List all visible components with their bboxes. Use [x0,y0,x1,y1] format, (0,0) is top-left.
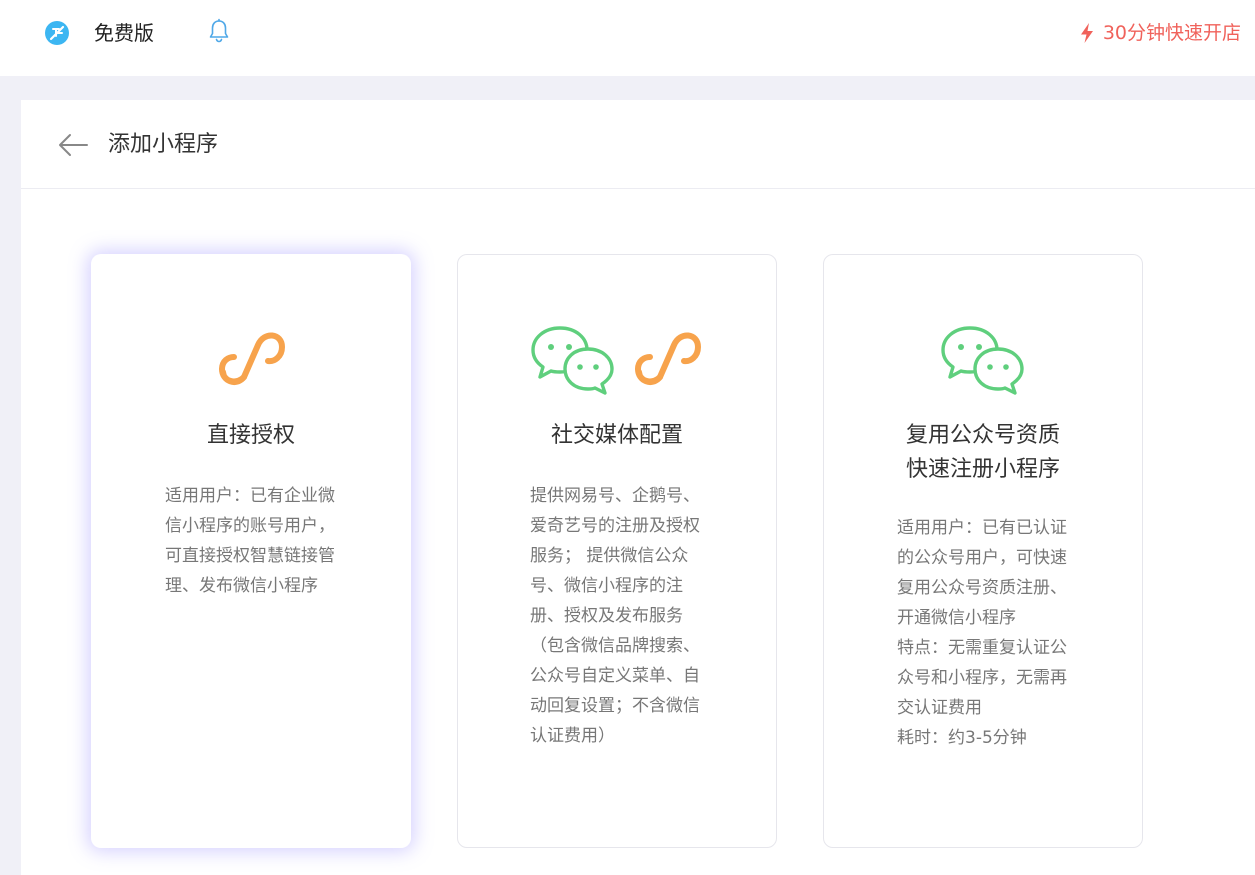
mini-program-icon [219,332,286,386]
card-reuse-official-account[interactable]: 复用公众号资质 快速注册小程序 适用用户：已有已认证 的公众号用户，可快速 复用… [823,254,1143,848]
card-title: 直接授权 [206,423,295,448]
edition-label: 免费版 [94,21,154,45]
mini-program-icon [635,332,702,386]
card-direct-authorization[interactable]: 直接授权 适用用户：已有企业微 信小程序的账号用户， 可直接授权智慧链接管 理、… [91,254,411,848]
lightning-icon [1080,23,1093,43]
brand-logo-icon[interactable] [44,20,70,46]
card-title: 复用公众号资质 快速注册小程序 [824,419,1142,487]
card-title: 社交媒体配置 [550,423,683,448]
wechat-icon [531,326,614,395]
card-title-line1: 复用公众号资质 [905,423,1060,448]
panel-header: 添加小程序 [21,100,1255,189]
wechat-icon [941,326,1024,395]
card-description: 适用用户：已有企业微 信小程序的账号用户， 可直接授权智慧链接管 理、发布微信小… [165,486,335,596]
card-social-media-config[interactable]: 社交媒体配置 提供网易号、企鹅号、 爱奇艺号的注册及授权 服务； 提供微信公众 … [457,254,777,848]
card-description: 提供网易号、企鹅号、 爱奇艺号的注册及授权 服务； 提供微信公众 号、微信小程序… [530,486,700,746]
card-icons [458,325,776,395]
quick-open-store-link[interactable]: 30分钟快速开店 [1079,19,1241,47]
page-title: 添加小程序 [108,132,219,157]
card-title-line2: 快速注册小程序 [905,457,1060,482]
arrow-left-icon[interactable] [57,132,89,158]
bell-icon[interactable] [207,18,231,44]
promo-label: 30分钟快速开店 [1102,22,1241,44]
card-icons [92,325,410,395]
main-panel: 添加小程序 直接授权 适用用户：已有企业微 信小程序的账号用户， 可直接授权智慧… [21,100,1255,875]
card-description: 适用用户：已有已认证 的公众号用户，可快速 复用公众号资质注册、 开通微信小程序… [897,518,1067,748]
top-bar: 免费版 30分钟快速开店 [0,0,1255,76]
card-icons [824,325,1142,395]
